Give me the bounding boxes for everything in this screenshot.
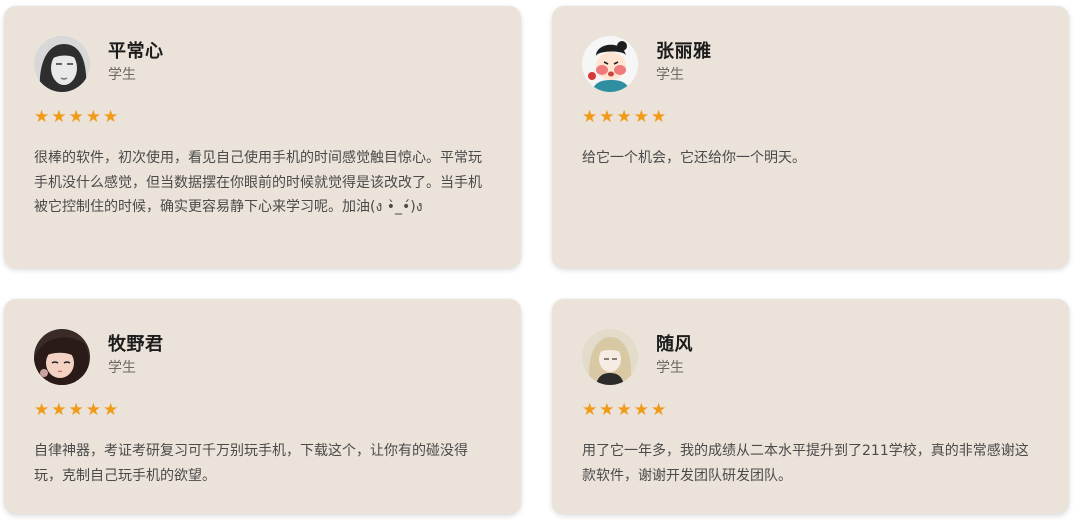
review-card: 随风 学生 ★ ★ ★ ★ ★ 用了它一年多，我的成绩从二本水平提升到了211学… xyxy=(552,299,1069,514)
reviewer-role: 学生 xyxy=(108,360,136,376)
review-comment: 自律神器，考证考研复习可千万别玩手机，下载这个，让你有的碰没得玩，克制自己玩手机… xyxy=(34,443,468,484)
reviewer-name: 随风 xyxy=(656,334,693,355)
reviewer-role: 学生 xyxy=(108,67,136,83)
star-rating: ★ ★ ★ ★ ★ xyxy=(34,108,118,126)
review-card: 平常心 学生 ★ ★ ★ ★ ★ 很棒的软件，初次使用，看见自己使用手机的时间感… xyxy=(4,6,521,268)
star-icon: ★ xyxy=(651,107,667,127)
anime-girl-avatar xyxy=(34,329,90,385)
star-icon: ★ xyxy=(633,400,649,420)
reviewer-name: 平常心 xyxy=(108,41,164,62)
star-icon: ★ xyxy=(651,400,667,420)
star-icon: ★ xyxy=(51,107,67,127)
reviewer-role: 学生 xyxy=(656,67,684,83)
star-icon: ★ xyxy=(582,400,598,420)
star-rating: ★ ★ ★ ★ ★ xyxy=(34,401,118,419)
star-icon: ★ xyxy=(633,107,649,127)
star-icon: ★ xyxy=(599,107,615,127)
star-icon: ★ xyxy=(68,107,84,127)
star-rating: ★ ★ ★ ★ ★ xyxy=(582,108,666,126)
star-icon: ★ xyxy=(103,400,119,420)
review-card: 张丽雅 学生 ★ ★ ★ ★ ★ 给它一个机会，它还给你一个明天。 xyxy=(552,6,1069,268)
cartoon-girl-avatar xyxy=(582,36,638,92)
star-rating: ★ ★ ★ ★ ★ xyxy=(582,401,666,419)
reviewer-role: 学生 xyxy=(656,360,684,376)
star-icon: ★ xyxy=(34,107,50,127)
star-icon: ★ xyxy=(582,107,598,127)
star-icon: ★ xyxy=(51,400,67,420)
star-icon: ★ xyxy=(103,107,119,127)
sketch-woman-avatar xyxy=(34,36,90,92)
star-icon: ★ xyxy=(34,400,50,420)
star-icon: ★ xyxy=(85,107,101,127)
blonde-girl-avatar xyxy=(582,329,638,385)
reviewer-name: 张丽雅 xyxy=(656,41,712,62)
review-comment: 给它一个机会，它还给你一个明天。 xyxy=(582,150,806,166)
reviewer-name: 牧野君 xyxy=(108,334,164,355)
star-icon: ★ xyxy=(616,107,632,127)
review-comment: 用了它一年多，我的成绩从二本水平提升到了211学校，真的非常感谢这款软件，谢谢开… xyxy=(582,443,1029,484)
star-icon: ★ xyxy=(599,400,615,420)
star-icon: ★ xyxy=(85,400,101,420)
star-icon: ★ xyxy=(616,400,632,420)
review-comment: 很棒的软件，初次使用，看见自己使用手机的时间感觉触目惊心。平常玩手机没什么感觉，… xyxy=(34,150,482,215)
star-icon: ★ xyxy=(68,400,84,420)
review-card: 牧野君 学生 ★ ★ ★ ★ ★ 自律神器，考证考研复习可千万别玩手机，下载这个… xyxy=(4,299,521,514)
